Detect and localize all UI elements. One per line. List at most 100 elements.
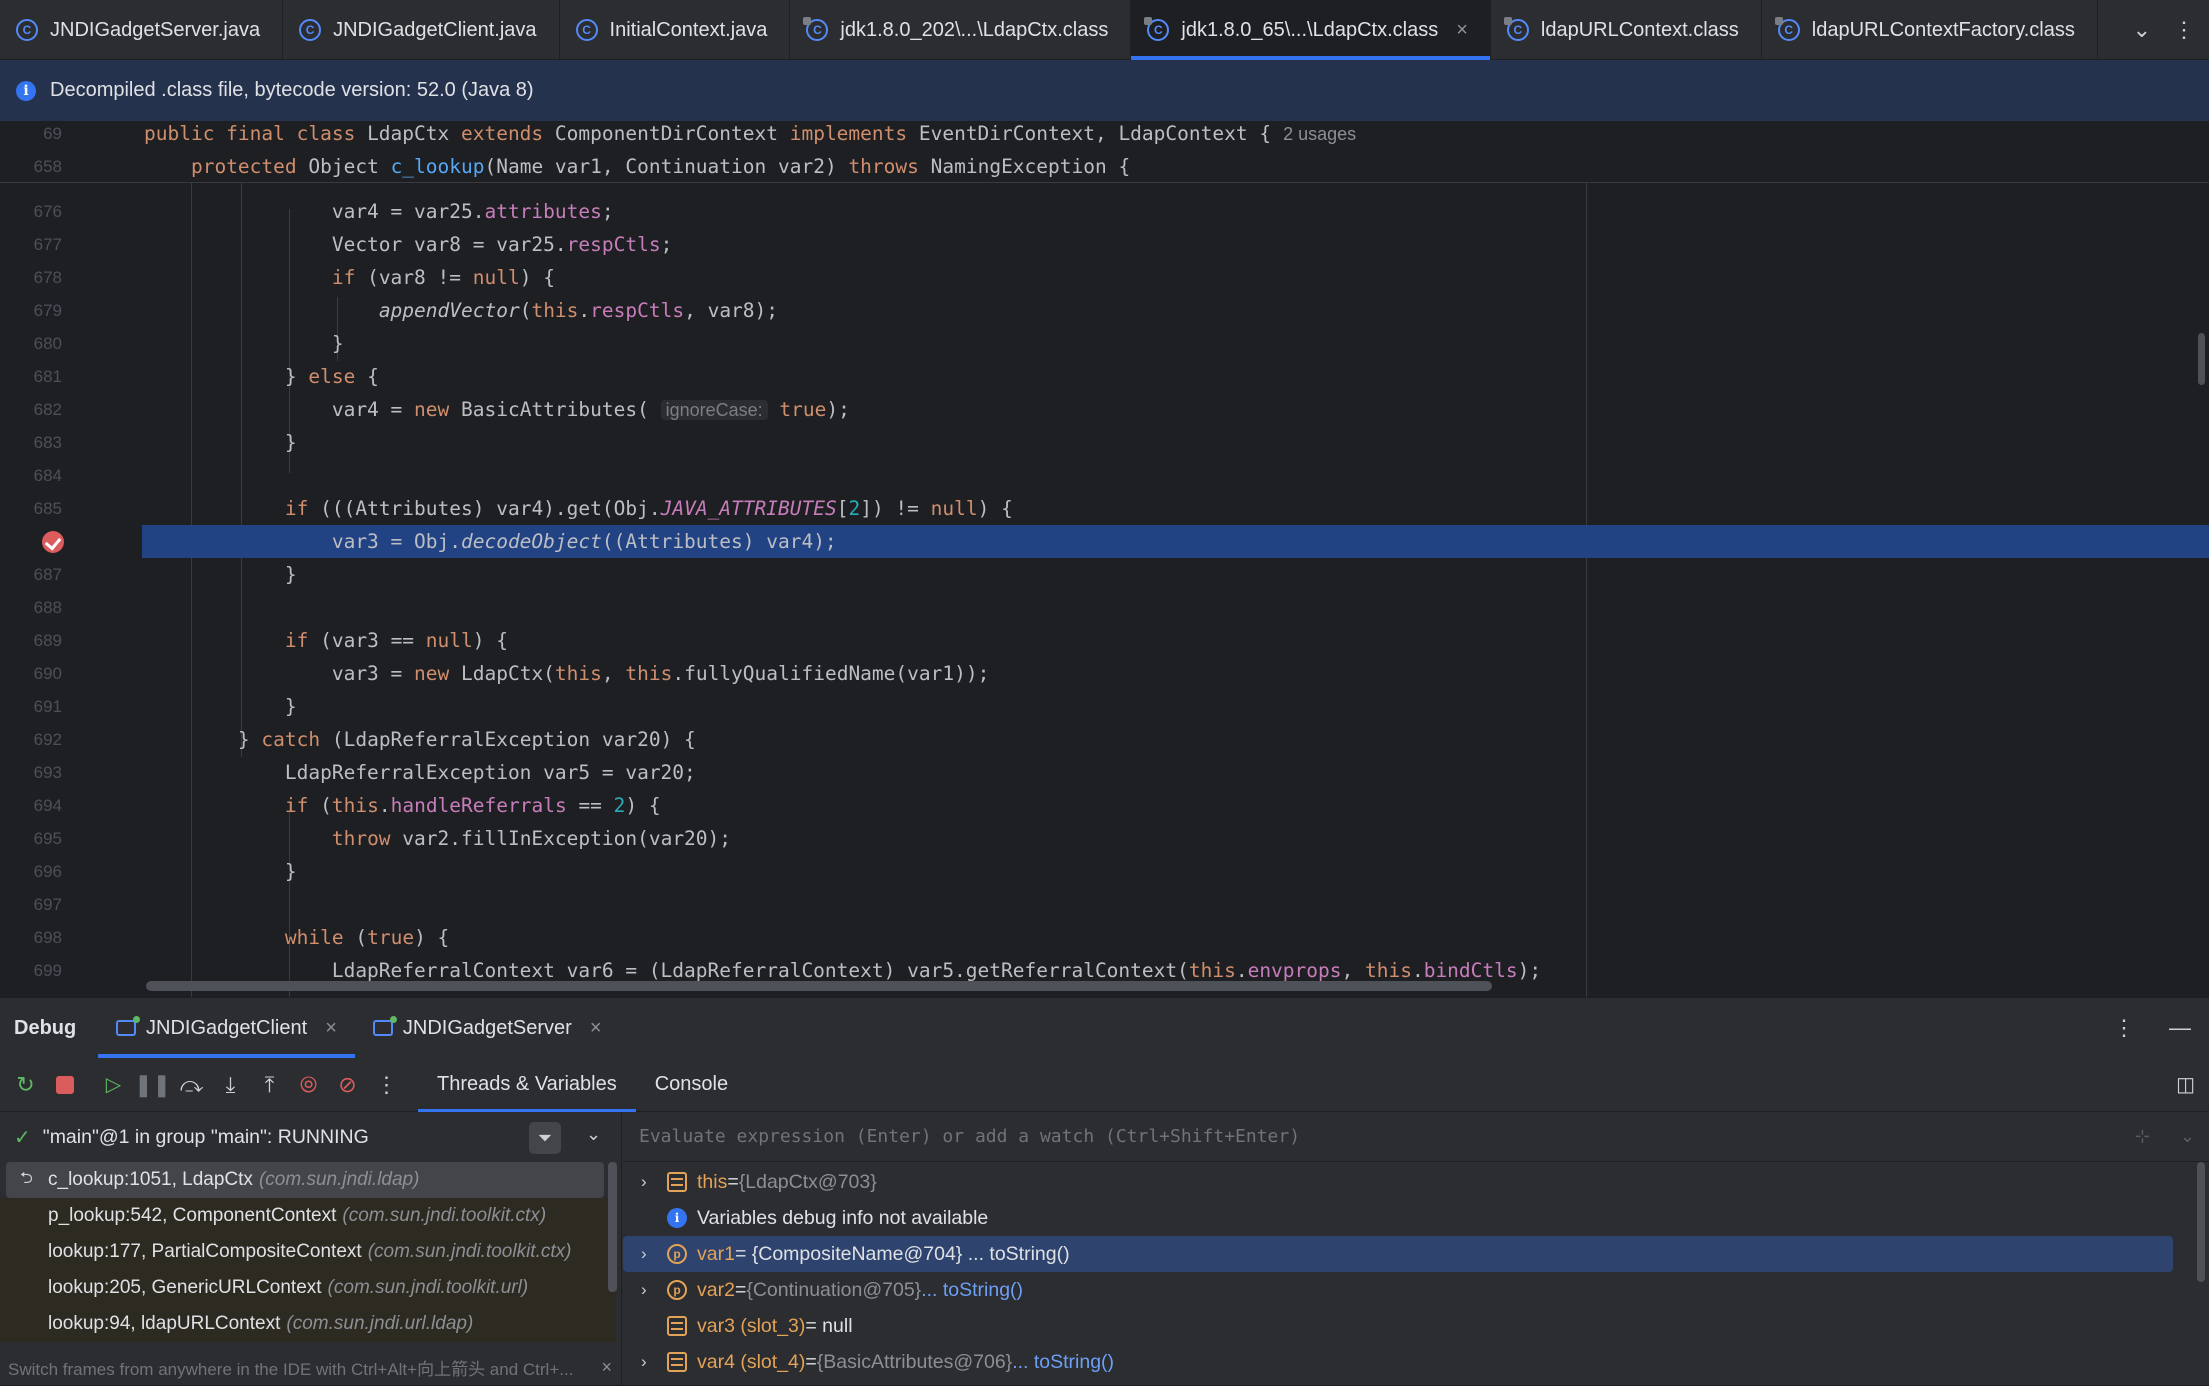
more-vertical-icon[interactable]: ⋮ xyxy=(367,1058,406,1112)
var-value: {Continuation@705} xyxy=(746,1278,922,1301)
chevron-down-icon[interactable]: ⌄ xyxy=(586,1124,601,1145)
frame-package: (com.sun.jndi.ldap) xyxy=(258,1169,420,1190)
code-line: 694 if (this.handleReferrals == 2) { xyxy=(0,789,2209,822)
tab-ldapctx-202[interactable]: Cjdk1.8.0_202\...\LdapCtx.class xyxy=(790,0,1132,60)
thread-selector[interactable]: ✓ "main"@1 in group "main": RUNNING xyxy=(0,1112,621,1162)
to-string-link[interactable]: ... toString() xyxy=(1012,1351,1114,1374)
frame-item[interactable]: p_lookup:542, ComponentContext (com.sun.j… xyxy=(0,1198,616,1234)
parameter-icon: p xyxy=(667,1280,687,1300)
variable-row[interactable]: › p var2 = {Continuation@705} ... toStri… xyxy=(623,1272,2209,1308)
var-name: this xyxy=(697,1170,728,1193)
tab-ldapctx-65[interactable]: Cjdk1.8.0_65\...\LdapCtx.class × xyxy=(1131,0,1491,60)
frame-item[interactable]: c_lookup:1051, LdapCtx(com.sun.jndi.ldap… xyxy=(6,1162,604,1198)
close-icon[interactable]: × xyxy=(601,1357,612,1378)
line-number: 658 xyxy=(33,156,62,176)
stop-icon[interactable] xyxy=(45,1058,84,1112)
var-info-text: Variables debug info not available xyxy=(697,1206,989,1229)
variables-scrollbar[interactable] xyxy=(2197,1162,2205,1282)
java-class-icon: C xyxy=(299,19,322,41)
chevron-right-icon[interactable]: › xyxy=(641,1244,667,1264)
frame-method: lookup:177, PartialCompositeContext xyxy=(48,1241,362,1262)
step-over-icon[interactable]: ⤼ xyxy=(172,1058,211,1112)
add-watch-icon[interactable]: ⊹ xyxy=(2135,1126,2150,1147)
session-label: JNDIGadgetServer xyxy=(402,1016,572,1039)
parameter-icon: p xyxy=(667,1244,687,1264)
minimize-icon[interactable]: — xyxy=(2169,1015,2191,1041)
class-file-icon: C xyxy=(1503,17,1529,41)
frame-item[interactable]: lookup:205, GenericURLContext (com.sun.jn… xyxy=(0,1270,616,1306)
close-icon[interactable]: × xyxy=(590,1017,602,1040)
to-string-link[interactable]: ... toString() xyxy=(921,1279,1023,1302)
tab-ldap-url-context-factory[interactable]: CldapURLContextFactory.class xyxy=(1762,0,2098,60)
chevron-down-icon[interactable]: ⌄ xyxy=(2133,17,2151,43)
var-eq: = xyxy=(805,1350,817,1373)
info-icon: i xyxy=(16,80,36,101)
code-line: 687 } xyxy=(0,558,2209,591)
step-into-icon[interactable]: ⤓ xyxy=(211,1058,250,1112)
layout-icon[interactable]: ◫ xyxy=(2176,1072,2195,1097)
frames-scrollbar[interactable] xyxy=(608,1162,617,1292)
session-tab-server[interactable]: JNDIGadgetServer × xyxy=(355,998,620,1058)
tab-console[interactable]: Console xyxy=(636,1058,747,1112)
horizontal-scrollbar[interactable] xyxy=(146,981,1492,991)
variable-row[interactable]: › var4 (slot_4) = {BasicAttributes@706} … xyxy=(623,1344,2209,1380)
line-number: 688 xyxy=(33,597,62,617)
close-icon[interactable]: × xyxy=(325,1017,337,1040)
code-line: 678 if (var8 != null) { xyxy=(0,261,2209,294)
usages-hint[interactable]: 2 usages xyxy=(1283,124,1356,144)
more-vertical-icon[interactable]: ⋮ xyxy=(2113,1015,2135,1041)
run-config-icon xyxy=(372,1016,397,1036)
line-number: 699 xyxy=(33,960,62,980)
more-vertical-icon[interactable]: ⋮ xyxy=(2173,17,2195,43)
vertical-scrollbar[interactable] xyxy=(2198,333,2205,385)
field-icon xyxy=(667,1352,687,1372)
code-line: 676 var4 = var25.attributes; xyxy=(0,195,2209,228)
tab-threads-variables[interactable]: Threads & Variables xyxy=(418,1058,636,1112)
variable-row[interactable]: › this = {LdapCtx@703} xyxy=(623,1164,2209,1200)
breakpoint-icon[interactable] xyxy=(42,531,64,553)
class-file-icon: C xyxy=(1774,17,1800,41)
line-number: 690 xyxy=(33,663,62,683)
code-line: 696 } xyxy=(0,855,2209,888)
line-number: 682 xyxy=(33,399,62,419)
subtab-label: Threads & Variables xyxy=(437,1073,617,1095)
tab-label: JNDIGadgetServer.java xyxy=(50,18,261,41)
frame-item[interactable]: lookup:177, PartialCompositeContext (com.… xyxy=(0,1234,616,1270)
chevron-right-icon[interactable]: › xyxy=(641,1352,667,1372)
chevron-right-icon[interactable]: › xyxy=(641,1172,667,1192)
tab-label: jdk1.8.0_65\...\LdapCtx.class xyxy=(1181,18,1439,41)
frame-package: (com.sun.jndi.toolkit.ctx) xyxy=(367,1241,572,1262)
variable-row[interactable]: var3 (slot_3) = null xyxy=(623,1308,2209,1344)
code-line: 658 protected Object c_lookup(Name var1,… xyxy=(0,150,2209,183)
tab-jndi-gadget-client[interactable]: C JNDIGadgetClient.java xyxy=(283,0,560,60)
session-tab-client[interactable]: JNDIGadgetClient × xyxy=(98,998,355,1058)
info-icon: i xyxy=(667,1208,687,1228)
filter-icon[interactable]: ⏷ xyxy=(529,1122,561,1154)
line-number: 69 xyxy=(43,123,62,143)
resume-icon[interactable]: ▷ xyxy=(94,1058,133,1112)
line-number: 695 xyxy=(33,828,62,848)
step-out-icon[interactable]: ⤒ xyxy=(250,1058,289,1112)
evaluate-expression-input[interactable]: Evaluate expression (Enter) or add a wat… xyxy=(623,1112,2209,1162)
view-breakpoints-icon[interactable]: ⦾ xyxy=(289,1058,328,1112)
variable-row[interactable]: › p var1 = {CompositeName@704} ... toStr… xyxy=(623,1236,2173,1272)
check-icon: ✓ xyxy=(14,1126,31,1149)
var-value: = null xyxy=(805,1314,853,1337)
tab-ldap-url-context[interactable]: CldapURLContext.class xyxy=(1491,0,1762,60)
pause-icon[interactable]: ❚❚ xyxy=(133,1058,172,1112)
current-execution-line[interactable]: var3 = Obj.decodeObject((Attributes) var… xyxy=(0,525,2209,558)
java-class-icon: C xyxy=(16,19,38,41)
mute-breakpoints-icon[interactable]: ⊘ xyxy=(328,1058,367,1112)
rerun-icon[interactable]: ↻ xyxy=(6,1058,45,1112)
line-number: 696 xyxy=(33,861,62,881)
chevron-down-icon[interactable]: ⌄ xyxy=(2180,1126,2195,1147)
code-line: 683 } xyxy=(0,426,2209,459)
tab-jndi-gadget-server[interactable]: C JNDIGadgetServer.java xyxy=(0,0,284,60)
tab-initial-context[interactable]: C InitialContext.java xyxy=(560,0,791,60)
frame-item[interactable]: lookup:94, ldapURLContext (com.sun.jndi.u… xyxy=(0,1306,616,1342)
code-editor[interactable]: 69 public final class LdapCtx extends Co… xyxy=(0,121,2209,997)
chevron-right-icon[interactable]: › xyxy=(641,1280,667,1300)
code-line: 695 throw var2.fillInException(var20); xyxy=(0,822,2209,855)
var-eq: = xyxy=(727,1170,739,1193)
close-icon[interactable]: × xyxy=(1456,19,1468,42)
